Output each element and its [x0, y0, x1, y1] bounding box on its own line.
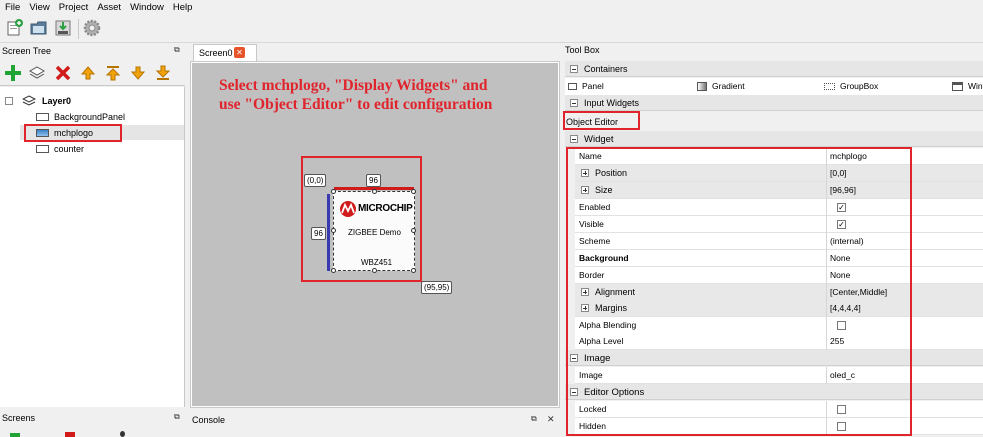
instruction-line-1: Select mchplogo, "Display Widgets" and: [219, 77, 488, 94]
float-panel-icon[interactable]: ⧉: [174, 412, 180, 422]
save-project-icon[interactable]: [53, 18, 73, 38]
container-items: Panel Gradient GroupBox Win: [565, 78, 983, 95]
widget-group-header[interactable]: Widget: [565, 131, 983, 147]
collapse-icon[interactable]: [5, 97, 13, 105]
menu-window[interactable]: Window: [130, 2, 164, 13]
menu-bar: File View Project Asset Window Help: [0, 0, 983, 15]
tree-item-label: BackgroundPanel: [54, 112, 126, 122]
move-down-icon[interactable]: [131, 65, 145, 81]
panel-icon: [36, 113, 49, 121]
groupbox-icon: [824, 83, 835, 90]
float-panel-icon[interactable]: ⧉: [531, 414, 537, 424]
group-label: Input Widgets: [584, 98, 640, 108]
settings-gear-icon[interactable]: [82, 18, 102, 38]
close-tab-icon[interactable]: ✕: [234, 47, 245, 58]
float-panel-icon[interactable]: ⧉: [174, 45, 180, 55]
screen-tree-header: Screen Tree ⧉: [0, 45, 185, 59]
widget-highlight-box: [301, 156, 422, 282]
mchplogo-highlight-box: [24, 124, 122, 142]
menu-view[interactable]: View: [29, 2, 49, 13]
group-label: Widget: [584, 134, 614, 145]
new-project-icon[interactable]: [5, 18, 25, 38]
move-up-icon[interactable]: [81, 65, 95, 81]
move-top-icon[interactable]: [106, 65, 120, 81]
object-editor-highlight-box: [563, 111, 640, 130]
window-icon: [952, 82, 963, 91]
open-project-icon[interactable]: [29, 18, 49, 38]
tree-item-label: counter: [54, 144, 85, 154]
toolbox-item-window[interactable]: Win: [968, 78, 983, 95]
menu-asset[interactable]: Asset: [97, 2, 121, 13]
screens-panel: Screens ⧉: [0, 412, 185, 437]
tree-item-counter[interactable]: counter: [36, 142, 84, 156]
tree-item-layer0[interactable]: Layer0: [5, 93, 71, 107]
add-icon[interactable]: [4, 64, 22, 82]
menu-file[interactable]: File: [5, 2, 20, 13]
group-label: Containers: [584, 64, 628, 74]
console-panel: Console ⧉ ✕: [190, 414, 560, 437]
move-bottom-icon[interactable]: [156, 65, 170, 81]
panel-icon: [568, 83, 577, 90]
containers-group-header[interactable]: Containers: [565, 61, 983, 77]
screen-tree-title: Screen Tree: [2, 46, 52, 56]
close-panel-icon[interactable]: ✕: [547, 414, 555, 425]
toolbox-item-gradient[interactable]: Gradient: [712, 78, 745, 95]
tree-item-label: Layer0: [42, 96, 72, 106]
properties-highlight-box: [566, 147, 912, 436]
toolbox-title: Tool Box: [565, 45, 600, 55]
menu-help[interactable]: Help: [173, 2, 193, 13]
console-title: Console: [192, 415, 226, 425]
tree-item-backgroundpanel[interactable]: BackgroundPanel: [36, 110, 125, 124]
toolbox-item-groupbox[interactable]: GroupBox: [840, 78, 878, 95]
add-layer-icon[interactable]: [29, 65, 45, 81]
screens-title: Screens: [2, 413, 36, 423]
layer-icon: [21, 95, 36, 106]
tab-label: Screen0: [199, 48, 233, 58]
menu-project[interactable]: Project: [59, 2, 89, 13]
tab-screen0[interactable]: Screen0 ✕: [193, 44, 257, 61]
screen-tree-list: Layer0 BackgroundPanel mchplogo counter: [0, 87, 185, 407]
end-coord-label: (95,95): [421, 281, 453, 294]
input-widgets-group-header[interactable]: Input Widgets: [565, 95, 983, 111]
screen-tree-toolbar: [0, 60, 185, 86]
toolbox-item-panel[interactable]: Panel: [582, 78, 604, 95]
screens-toolbar: [5, 431, 180, 437]
label-widget-icon: [36, 145, 49, 153]
gradient-icon: [697, 82, 707, 91]
instruction-line-2: use "Object Editor" to edit configuratio…: [219, 96, 493, 113]
delete-icon[interactable]: [55, 65, 71, 81]
toolbar-separator: [78, 19, 79, 39]
main-toolbar: [0, 15, 983, 43]
